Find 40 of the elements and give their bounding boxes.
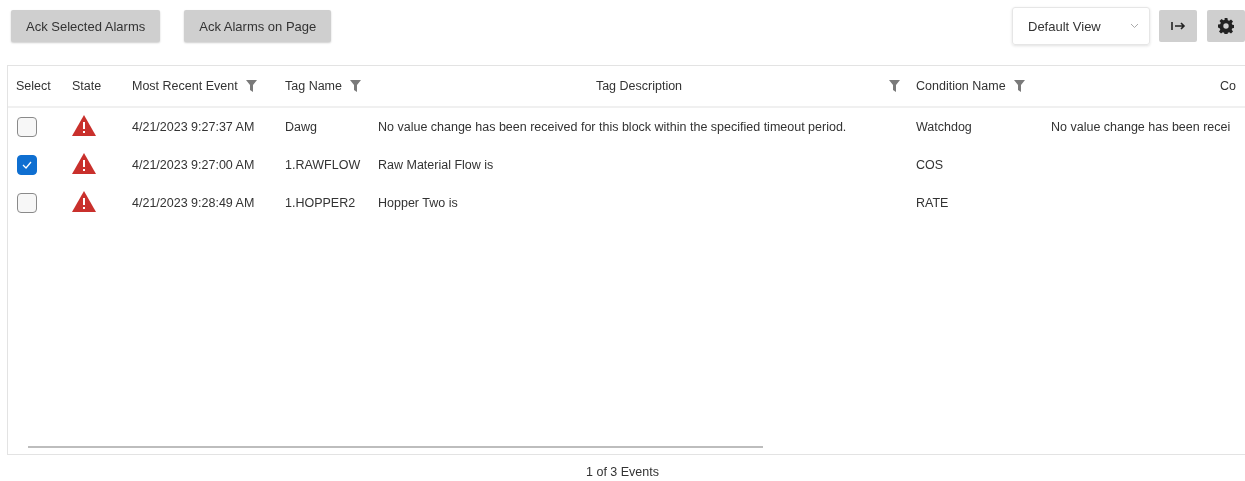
export-button[interactable] [1159, 10, 1197, 42]
table-cell: Watchdog [916, 120, 972, 134]
warning-icon [72, 115, 96, 136]
column-header[interactable]: Tag Description [595, 79, 683, 93]
column-header[interactable]: Tag Name [285, 79, 342, 93]
table-cell: 4/21/2023 9:27:37 AM [132, 120, 255, 134]
table-cell: COS [916, 158, 944, 172]
table-cell: RATE [916, 196, 949, 210]
column-header[interactable]: Co [1220, 79, 1236, 93]
row-checkbox[interactable] [17, 193, 37, 213]
scrollbar[interactable] [28, 446, 763, 448]
table-cell: Hopper Two is [378, 196, 458, 210]
column-header[interactable]: Most Recent Event [132, 79, 238, 93]
table-cell: Raw Material Flow is [378, 158, 494, 172]
arrow-right-icon [1170, 21, 1186, 31]
filter-icon[interactable] [245, 80, 257, 92]
chevron-icon [1130, 23, 1139, 29]
warning-icon [72, 191, 96, 212]
table-cell: 1.RAWFLOW [285, 158, 361, 172]
row-checkbox[interactable] [17, 117, 37, 137]
ack-button[interactable]: Ack Selected Alarms [11, 10, 161, 42]
event-count: 1 of 3 Events [586, 465, 659, 479]
filter-icon[interactable] [1013, 80, 1025, 92]
column-header[interactable]: Condition Name [916, 79, 1006, 93]
settings-button[interactable] [1207, 10, 1245, 42]
filter-icon[interactable] [350, 80, 361, 92]
table-cell: Dawg [285, 120, 317, 134]
warning-icon [72, 153, 96, 174]
column-header[interactable]: Select [16, 79, 51, 93]
table-cell: No value change has been received for this block within the specified timeout period. [378, 120, 847, 134]
view-dropdown[interactable]: Default View [1012, 7, 1150, 45]
ack-button[interactable]: Ack Alarms on Page [184, 10, 332, 42]
table-cell: No value change has been recei [1051, 120, 1231, 134]
table-cell: 4/21/2023 9:28:49 AM [132, 196, 255, 210]
settings-icon [1218, 18, 1234, 34]
row-checkbox[interactable] [17, 155, 37, 175]
table-cell: 1.HOPPER2 [285, 196, 356, 210]
table-cell: 4/21/2023 9:27:00 AM [132, 158, 255, 172]
column-header[interactable]: State [72, 79, 102, 93]
filter-icon[interactable] [889, 80, 900, 92]
